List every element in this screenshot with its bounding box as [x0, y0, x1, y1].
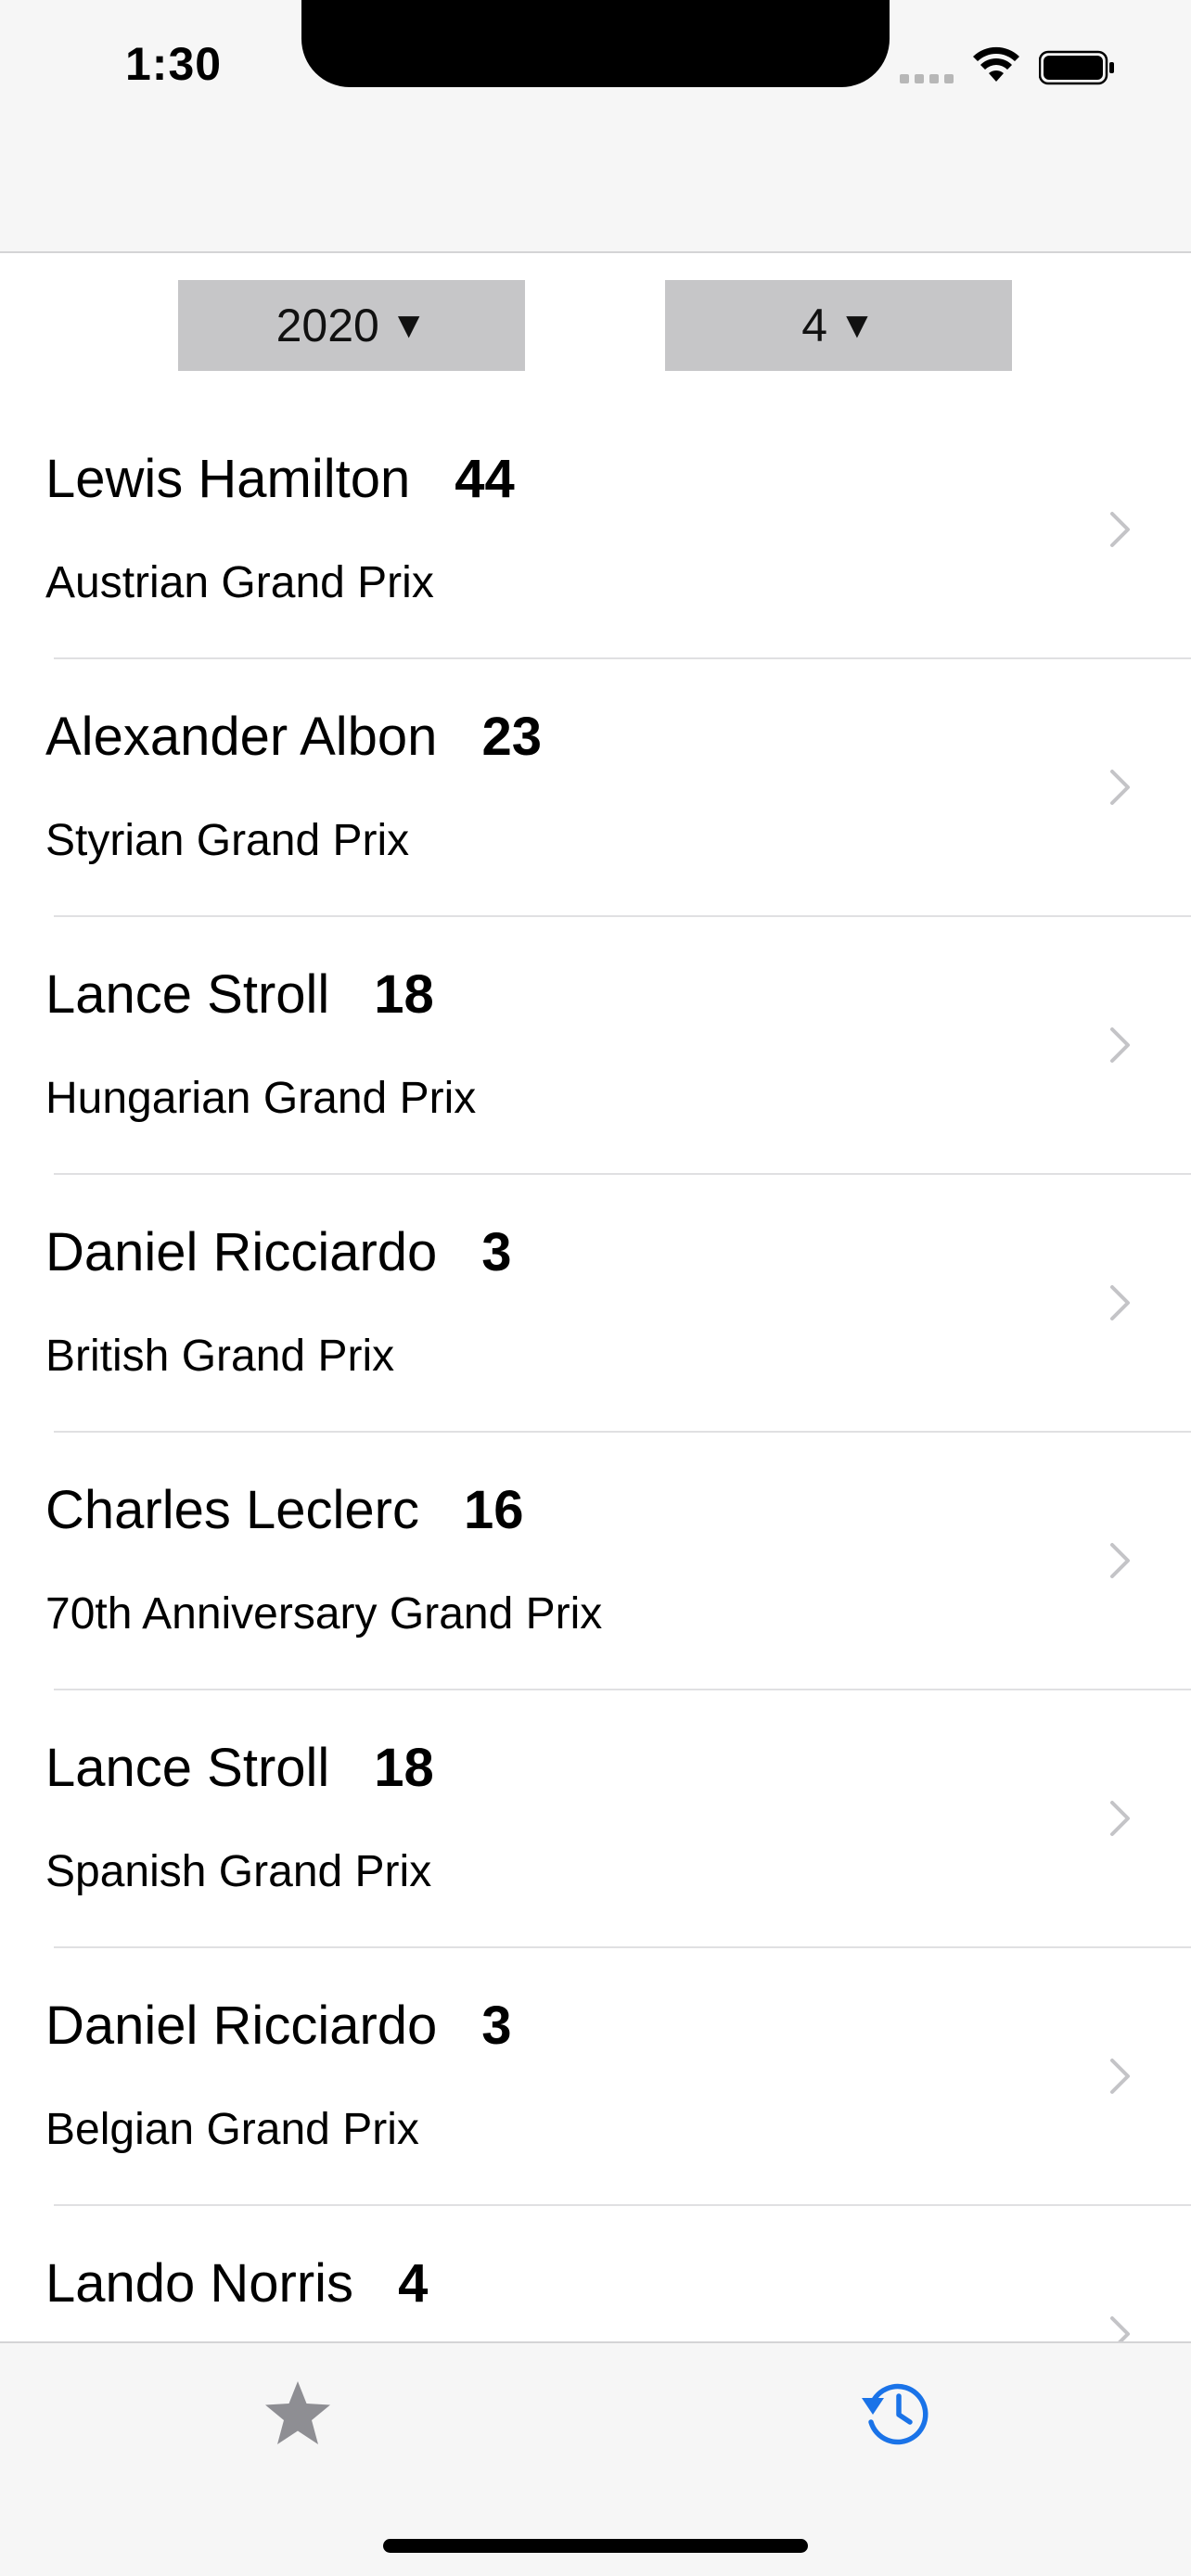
tab-favorites[interactable] [256, 2371, 339, 2455]
driver-number: 18 [374, 964, 434, 1025]
history-icon [862, 2383, 928, 2445]
driver-name: Lance Stroll [45, 964, 330, 1025]
race-name: Styrian Grand Prix [45, 816, 410, 865]
device-notch [301, 0, 890, 87]
round-picker-value: 4 [801, 300, 828, 351]
tab-history[interactable] [853, 2371, 937, 2455]
results-list[interactable]: Lewis Hamilton 44 Austrian Grand Prix Ale… [0, 402, 1191, 2341]
chevron-down-icon: ▼ [839, 304, 876, 346]
race-name: Hungarian Grand Prix [45, 1074, 477, 1123]
driver-number: 23 [481, 707, 542, 767]
driver-name: Daniel Ricciardo [45, 1222, 438, 1282]
list-item[interactable]: Lewis Hamilton 44 Austrian Grand Prix [0, 402, 1191, 659]
chevron-right-icon [1110, 512, 1130, 547]
driver-name: Alexander Albon [45, 707, 438, 767]
year-picker-value: 2020 [275, 300, 379, 351]
driver-name: Lando Norris [45, 2253, 354, 2314]
race-name: 70th Anniversary Grand Prix [45, 1589, 603, 1639]
battery-icon [1039, 50, 1114, 85]
chevron-right-icon [1110, 1285, 1130, 1320]
chevron-right-icon [1110, 2059, 1130, 2094]
list-item[interactable]: Daniel Ricciardo 3 Belgian Grand Prix [0, 1948, 1191, 2206]
list-item[interactable]: Lando Norris 4 [0, 2206, 1191, 2341]
home-indicator[interactable] [383, 2539, 808, 2553]
driver-number: 4 [398, 2253, 429, 2314]
chevron-right-icon [1110, 1543, 1130, 1578]
driver-number: 18 [374, 1738, 434, 1798]
wifi-icon [973, 46, 1019, 82]
list-item[interactable]: Charles Leclerc 16 70th Anniversary Grand… [0, 1433, 1191, 1690]
chevron-right-icon [1110, 1801, 1130, 1836]
driver-number: 3 [481, 1222, 512, 1282]
list-item[interactable]: Daniel Ricciardo 3 British Grand Prix [0, 1175, 1191, 1433]
driver-number: 3 [481, 1996, 512, 2056]
driver-name: Daniel Ricciardo [45, 1996, 438, 2056]
chevron-right-icon [1110, 1027, 1130, 1063]
navigation-header: 1:30 [0, 0, 1191, 253]
chevron-right-icon [1110, 2316, 1130, 2341]
list-item[interactable]: Lance Stroll 18 Spanish Grand Prix [0, 1690, 1191, 1948]
driver-name: Lance Stroll [45, 1738, 330, 1798]
driver-number: 16 [463, 1480, 524, 1540]
app-screen: 1:30 2020 ▼ 4 ▼ Lewis Hamilton 44 Austria… [0, 0, 1191, 2576]
driver-name: Lewis Hamilton [45, 449, 411, 509]
race-name: Austrian Grand Prix [45, 558, 434, 607]
list-item[interactable]: Lance Stroll 18 Hungarian Grand Prix [0, 917, 1191, 1175]
race-name: Spanish Grand Prix [45, 1847, 432, 1896]
year-picker[interactable]: 2020 ▼ [178, 280, 525, 371]
chevron-right-icon [1110, 770, 1130, 805]
round-picker[interactable]: 4 ▼ [665, 280, 1012, 371]
driver-number: 44 [455, 449, 515, 509]
driver-name: Charles Leclerc [45, 1480, 419, 1540]
tab-bar [0, 2341, 1191, 2576]
chevron-down-icon: ▼ [390, 304, 428, 346]
race-name: British Grand Prix [45, 1332, 395, 1381]
race-name: Belgian Grand Prix [45, 2105, 419, 2154]
star-icon [265, 2381, 330, 2444]
cellular-signal-icon [900, 74, 955, 83]
list-item[interactable]: Alexander Albon 23 Styrian Grand Prix [0, 659, 1191, 917]
status-time: 1:30 [125, 38, 223, 90]
